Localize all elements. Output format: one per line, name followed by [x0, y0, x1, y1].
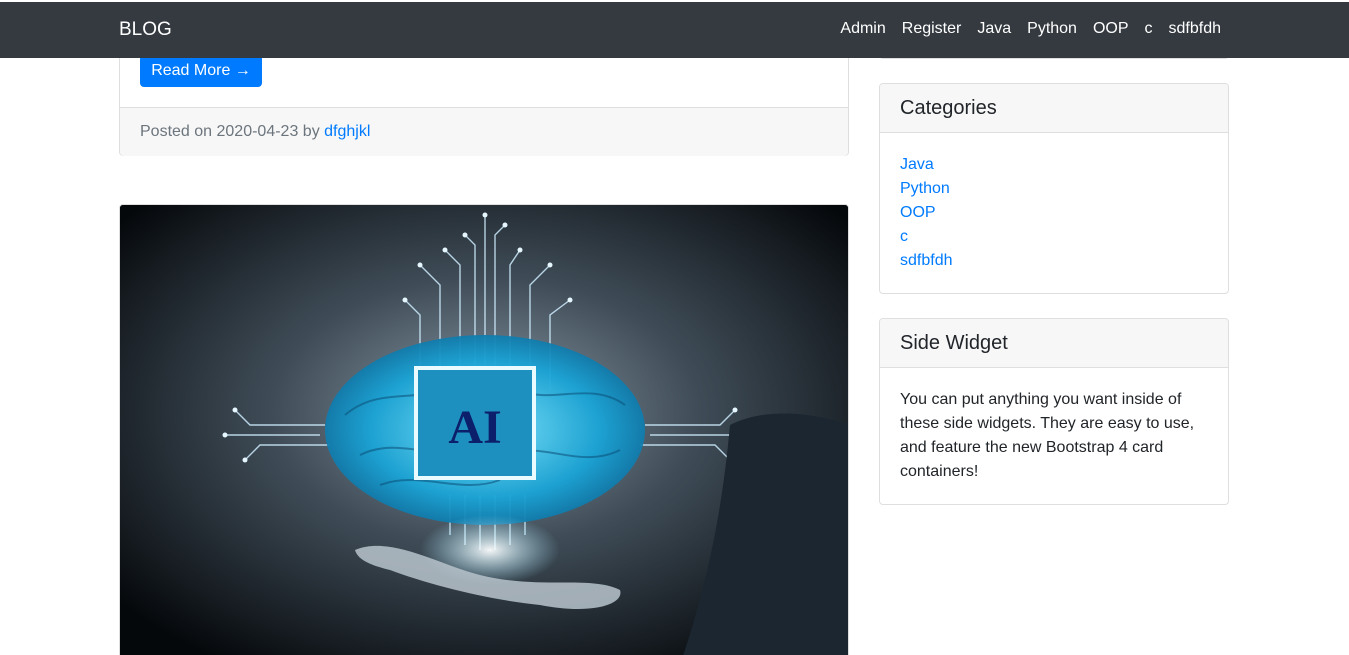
nav-link-sdfbfdh[interactable]: sdfbfdh — [1169, 20, 1221, 38]
nav-links: Admin Register Java Python OOP c sdfbfdh — [840, 20, 1221, 38]
nav-link-oop[interactable]: OOP — [1093, 20, 1129, 38]
author-link[interactable]: dfghjkl — [324, 123, 370, 140]
ai-chip-label: AI — [448, 401, 501, 454]
ai-brain-image[interactable]: AI — [120, 205, 849, 655]
posted-on-text: Posted on 2020-04-23 by — [140, 123, 320, 140]
categories-title: Categories — [880, 84, 1228, 133]
categories-list: Java Python OOP c sdfbfdh — [880, 133, 1228, 293]
category-link-sdfbfdh[interactable]: sdfbfdh — [900, 249, 1208, 273]
side-widget-card: Side Widget You can put anything you wan… — [879, 318, 1229, 505]
category-link-oop[interactable]: OOP — [900, 201, 1208, 225]
read-more-button[interactable]: Read More → — [140, 55, 262, 87]
category-link-python[interactable]: Python — [900, 177, 1208, 201]
nav-link-register[interactable]: Register — [902, 20, 962, 38]
nav-link-c[interactable]: c — [1145, 20, 1153, 38]
post-footer: Posted on 2020-04-23 by dfghjkl — [120, 107, 848, 156]
side-widget-title: Side Widget — [880, 319, 1228, 368]
category-link-c[interactable]: c — [900, 225, 1208, 249]
side-widget-body: You can put anything you want inside of … — [900, 391, 1195, 480]
nav-link-java[interactable]: Java — [977, 20, 1011, 38]
navbar: BLOG Admin Register Java Python OOP c sd… — [0, 2, 1349, 58]
brand-link[interactable]: BLOG — [119, 19, 172, 41]
categories-card: Categories Java Python OOP c sdfbfdh — [879, 83, 1229, 294]
category-link-java[interactable]: Java — [900, 153, 1208, 177]
post-card-image: AI — [119, 204, 849, 655]
nav-link-python[interactable]: Python — [1027, 20, 1077, 38]
nav-link-admin[interactable]: Admin — [840, 20, 885, 38]
